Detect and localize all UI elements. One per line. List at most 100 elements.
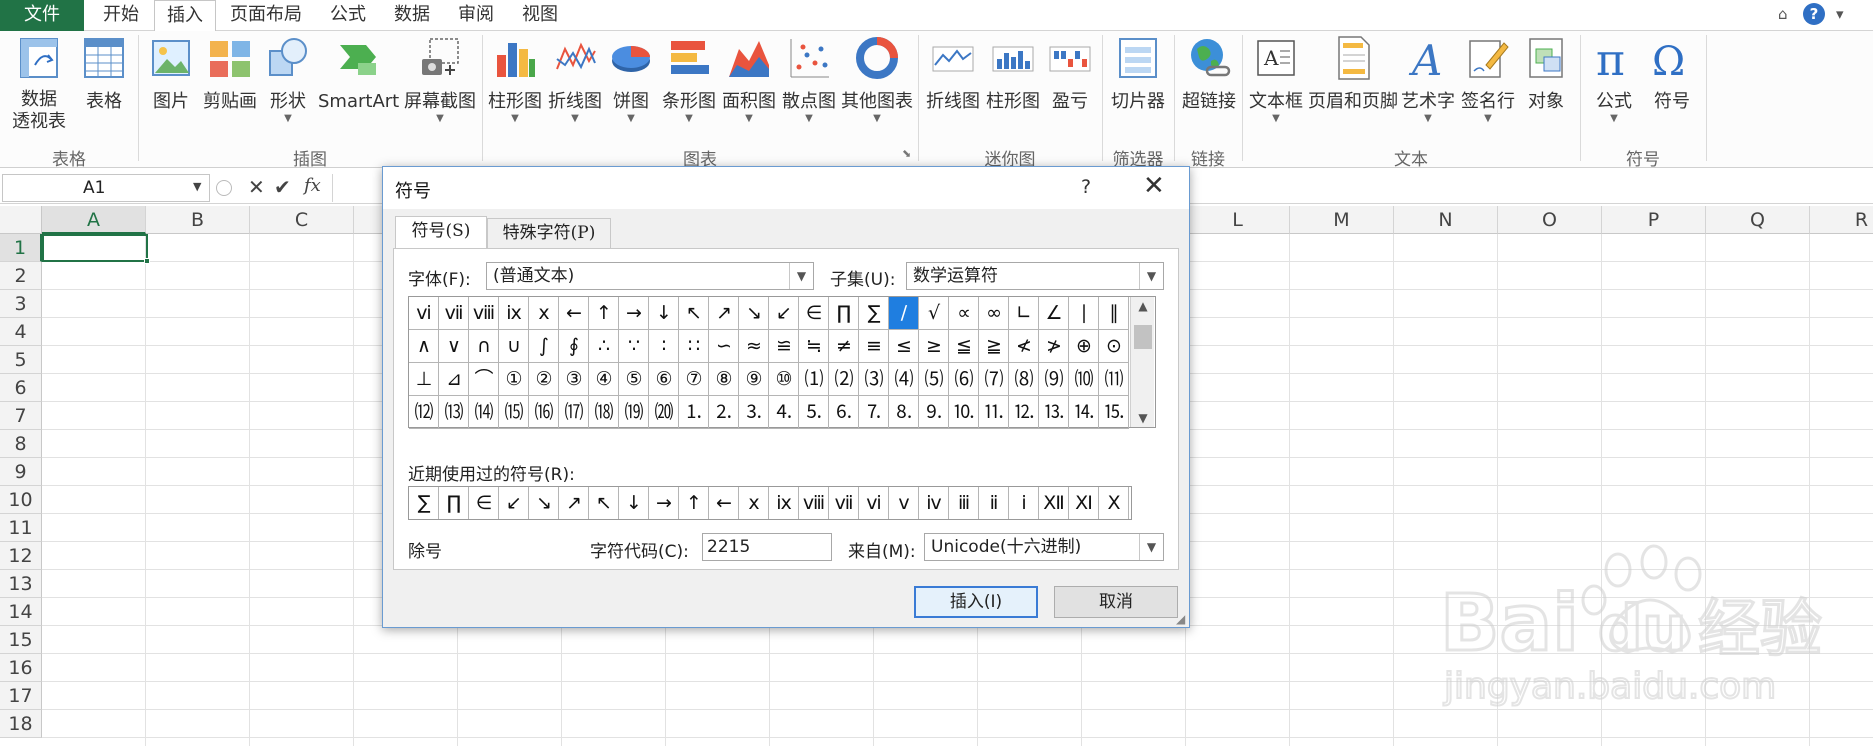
clip-art-button[interactable]: 剪贴画 <box>200 35 260 113</box>
symbol-cell[interactable]: ⒒ <box>979 396 1009 429</box>
signature-line-button[interactable]: 签名行 ▼ <box>1460 35 1516 125</box>
recent-symbol-cell[interactable]: Ⅺ <box>1069 487 1099 519</box>
symbol-cell[interactable]: ⊙ <box>1099 330 1129 363</box>
symbol-cell[interactable]: ∵ <box>619 330 649 363</box>
symbol-cell[interactable]: ⑸ <box>919 363 949 396</box>
symbol-cell[interactable]: ≒ <box>799 330 829 363</box>
symbol-cell[interactable]: ↘ <box>739 297 769 330</box>
recent-symbol-cell[interactable]: ⅷ <box>799 487 829 519</box>
recent-symbol-cell[interactable]: ↓ <box>619 487 649 519</box>
symbol-cell[interactable]: ⑧ <box>709 363 739 396</box>
symbol-cell[interactable]: ⑵ <box>829 363 859 396</box>
symbol-cell[interactable]: ⒍ <box>829 396 859 429</box>
symbol-cell[interactable]: ∠ <box>1039 297 1069 330</box>
scatter-chart-button[interactable]: 散点图 ▼ <box>780 35 838 125</box>
row-header-10[interactable]: 10 <box>0 486 42 514</box>
symbol-cell[interactable]: ③ <box>559 363 589 396</box>
row-header-11[interactable]: 11 <box>0 514 42 542</box>
screenshot-button[interactable]: 屏幕截图 ▼ <box>402 35 478 125</box>
table-button[interactable]: 表格 <box>76 35 132 113</box>
row-header-1[interactable]: 1 <box>0 234 42 262</box>
symbol-cell[interactable]: ∞ <box>979 297 1009 330</box>
chevron-down-icon[interactable]: ▼ <box>1139 263 1163 289</box>
symbol-cell[interactable]: ≠ <box>829 330 859 363</box>
symbol-cell[interactable]: ≈ <box>739 330 769 363</box>
recent-symbol-cell[interactable]: ⅱ <box>979 487 1009 519</box>
header-footer-button[interactable]: 页眉和页脚 <box>1308 35 1398 113</box>
symbol-cell[interactable]: ⑷ <box>889 363 919 396</box>
symbol-cell[interactable]: ∟ <box>1009 297 1039 330</box>
pie-chart-button[interactable]: 饼图 ▼ <box>606 35 656 125</box>
symbol-cell[interactable]: ② <box>529 363 559 396</box>
symbol-cell[interactable]: ⑼ <box>1039 363 1069 396</box>
recent-symbol-cell[interactable]: → <box>649 487 679 519</box>
symbol-cell[interactable]: ↑ <box>589 297 619 330</box>
recent-symbol-cell[interactable]: ∑ <box>409 487 439 519</box>
row-header-17[interactable]: 17 <box>0 682 42 710</box>
symbol-cell[interactable]: ∶ <box>649 330 679 363</box>
collapse-ribbon-icon[interactable]: ⌂ <box>1778 5 1788 23</box>
fill-handle[interactable] <box>144 258 150 264</box>
symbol-cell[interactable]: ⒕ <box>1069 396 1099 429</box>
recent-symbol-cell[interactable]: ↘ <box>529 487 559 519</box>
symbol-cell[interactable]: ≤ <box>889 330 919 363</box>
symbol-cell[interactable]: ∨ <box>439 330 469 363</box>
tab-page-layout[interactable]: 页面布局 <box>220 0 312 31</box>
tab-formulas[interactable]: 公式 <box>318 0 378 31</box>
tab-review[interactable]: 审阅 <box>446 0 506 31</box>
scroll-up-icon[interactable]: ▲ <box>1131 299 1155 313</box>
chevron-down-icon[interactable]: ▼ <box>1139 534 1163 560</box>
cancel-entry-icon[interactable]: ✕ <box>248 175 265 199</box>
symbol-cell[interactable]: ⑺ <box>979 363 1009 396</box>
area-chart-button[interactable]: 面积图 ▼ <box>720 35 778 125</box>
symbol-cell[interactable]: ⒁ <box>469 396 499 429</box>
picture-button[interactable]: 图片 <box>146 35 196 113</box>
recent-symbol-cell[interactable]: ↖ <box>589 487 619 519</box>
symbol-cell[interactable]: ↖ <box>679 297 709 330</box>
symbol-cell[interactable]: ∥ <box>1099 297 1129 330</box>
scroll-thumb[interactable] <box>1134 325 1152 349</box>
recent-symbol-cell[interactable]: ⅸ <box>769 487 799 519</box>
row-header-9[interactable]: 9 <box>0 458 42 486</box>
symbol-cell[interactable]: ∣ <box>1069 297 1099 330</box>
symbol-cell[interactable]: ④ <box>589 363 619 396</box>
symbol-cell[interactable]: ∏ <box>829 297 859 330</box>
symbol-cell[interactable]: ≮ <box>1009 330 1039 363</box>
symbol-cell[interactable]: √ <box>919 297 949 330</box>
symbol-cell[interactable]: ⒌ <box>799 396 829 429</box>
row-header-3[interactable]: 3 <box>0 290 42 318</box>
symbol-cell[interactable]: ⒔ <box>1039 396 1069 429</box>
symbol-cell[interactable]: ≦ <box>949 330 979 363</box>
symbol-cell[interactable]: ⅶ <box>439 297 469 330</box>
symbol-cell[interactable]: ≧ <box>979 330 1009 363</box>
symbol-cell[interactable]: ↗ <box>709 297 739 330</box>
symbol-cell[interactable]: ⅷ <box>469 297 499 330</box>
insert-function-icon[interactable]: fx <box>304 175 321 196</box>
symbol-cell[interactable]: ⒎ <box>859 396 889 429</box>
symbol-cell[interactable]: ⒑ <box>949 396 979 429</box>
column-header-q[interactable]: Q <box>1706 206 1810 234</box>
symbol-cell[interactable]: ⅹ <box>529 297 559 330</box>
symbol-grid-scrollbar[interactable]: ▲ ▼ <box>1130 297 1154 427</box>
shapes-button[interactable]: 形状 ▼ <box>264 35 312 125</box>
column-header-c[interactable]: C <box>250 206 354 234</box>
row-header-15[interactable]: 15 <box>0 626 42 654</box>
column-header-o[interactable]: O <box>1498 206 1602 234</box>
slicer-button[interactable]: 切片器 <box>1106 35 1170 113</box>
symbol-cell[interactable]: ⑶ <box>859 363 889 396</box>
row-header-14[interactable]: 14 <box>0 598 42 626</box>
tab-home[interactable]: 开始 <box>90 0 152 31</box>
bar-chart-button[interactable]: 条形图 ▼ <box>660 35 718 125</box>
symbol-cell[interactable]: ⒐ <box>919 396 949 429</box>
file-tab[interactable]: 文件 <box>0 0 84 31</box>
dialog-launcher-icon[interactable]: ⬊ <box>902 147 911 160</box>
tab-insert[interactable]: 插入 <box>154 0 216 32</box>
symbol-cell[interactable]: ⒖ <box>1099 396 1129 429</box>
chevron-down-icon[interactable]: ▾ <box>1836 5 1844 23</box>
symbol-cell[interactable]: ≥ <box>919 330 949 363</box>
column-header-p[interactable]: P <box>1602 206 1706 234</box>
symbol-cell[interactable]: ⑴ <box>799 363 829 396</box>
symbol-cell[interactable]: ∷ <box>679 330 709 363</box>
line-chart-button[interactable]: 折线图 ▼ <box>546 35 604 125</box>
cancel-button[interactable]: 取消 <box>1054 586 1178 618</box>
